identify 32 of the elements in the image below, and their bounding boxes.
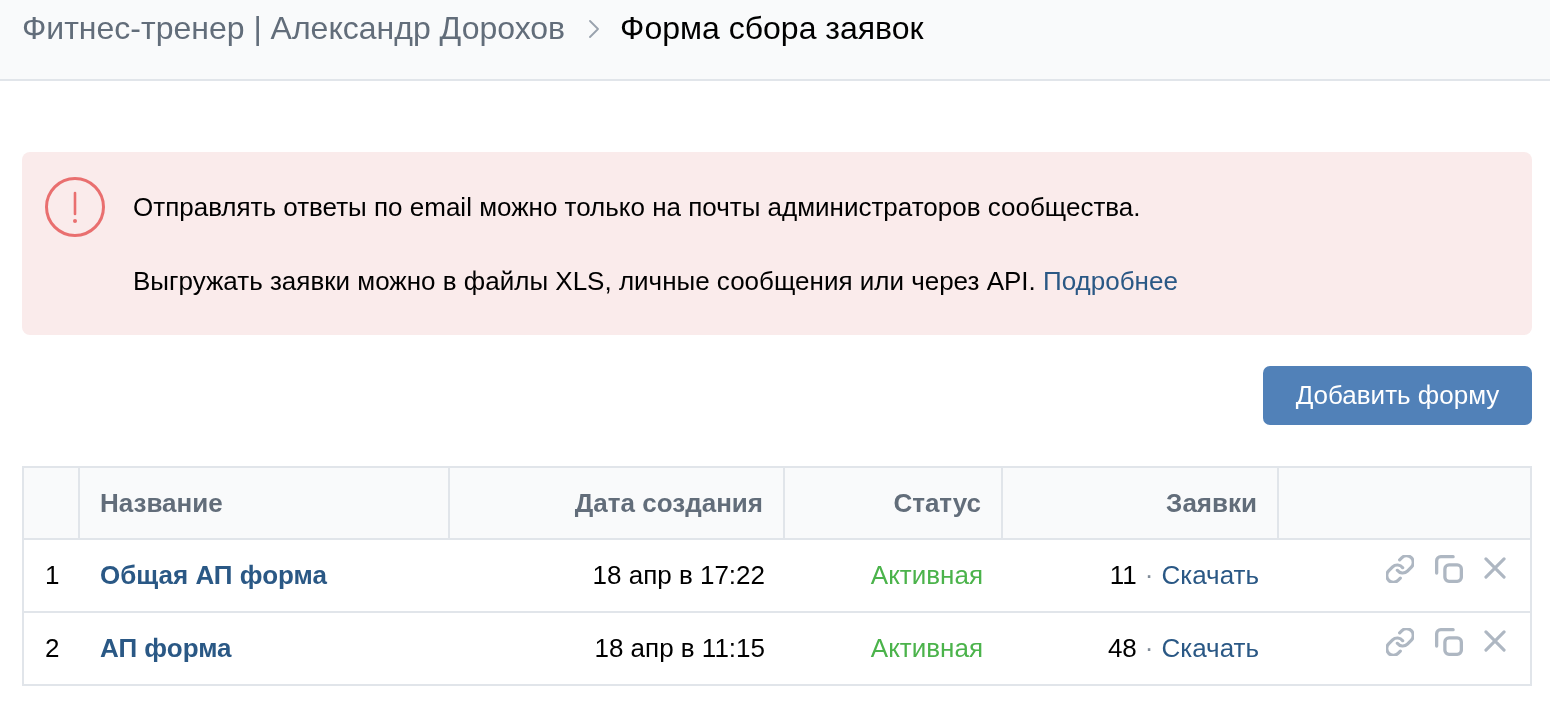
copy-icon[interactable] [1435,627,1463,656]
alert-text: Отправлять ответы по email можно только на почты администраторов сообщества. [133,191,1142,223]
link-icon[interactable] [1386,627,1414,656]
request-count: 11 [1109,560,1137,591]
breadcrumb-link[interactable]: Фитнес-тренер | Александр Дорохов [22,8,566,48]
column-header: Дата создания [450,468,785,538]
request-count: 48 [1107,633,1137,664]
column-header: Название [80,468,450,538]
link-icon[interactable] [1386,554,1414,583]
more-link[interactable]: Подробнее [1043,266,1178,296]
row-number: 2 [44,632,61,665]
created-date: 18 апр в 17:22 [591,559,766,592]
add-form-button[interactable]: Добавить форму [1263,366,1532,425]
download-link[interactable]: Скачать [1161,633,1259,664]
status-label: Активная [870,560,983,591]
alert-text: Выгружать заявки можно в файлы XLS, личные сообщения или через API. Подробнее [133,265,1178,297]
column-header: Заявки [1003,468,1279,538]
chevron-right-icon [589,20,600,38]
row-number: 1 [44,559,61,592]
download-link[interactable]: Скачать [1161,560,1259,591]
created-date: 18 апр в 11:15 [593,632,766,665]
exclamation-icon [45,177,105,237]
close-icon[interactable] [1484,556,1506,579]
copy-icon[interactable] [1435,554,1463,583]
separator: · [1144,633,1154,664]
separator: · [1144,560,1154,591]
page-title: Форма сбора заявок [620,9,924,48]
form-name-link[interactable]: АП форма [100,633,232,664]
form-name-link[interactable]: Общая АП форма [100,560,327,591]
status-label: Активная [870,633,983,664]
column-header: Статус [785,468,1003,538]
close-icon[interactable] [1484,629,1506,652]
